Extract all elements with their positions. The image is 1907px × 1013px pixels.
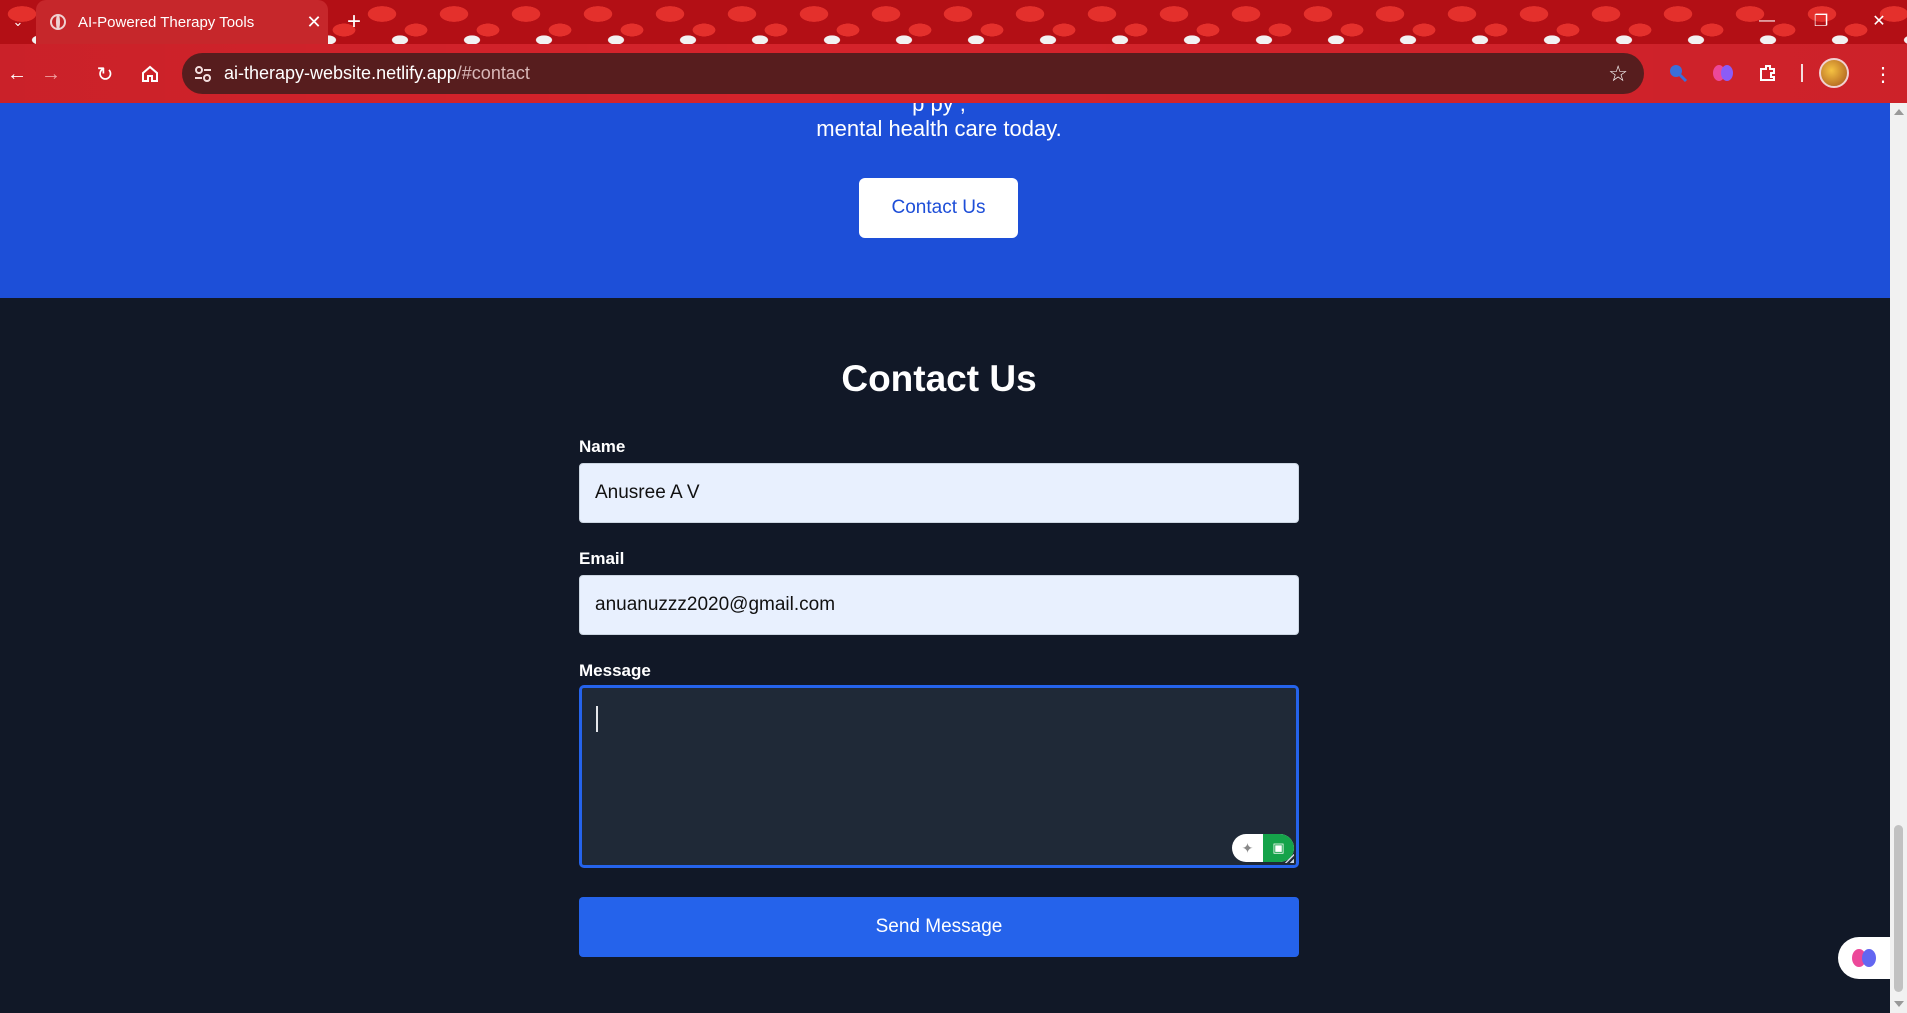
brain-icon [1852, 949, 1876, 967]
text-caret [596, 706, 598, 732]
email-label: Email [579, 549, 625, 568]
restore-icon[interactable]: ❐ [1801, 6, 1841, 36]
name-input[interactable] [579, 463, 1299, 523]
forward-icon[interactable]: → [36, 59, 66, 89]
browser-tab-strip: ⌄ AI-Powered Therapy Tools ✕ + — ❐ ✕ [0, 0, 1907, 44]
url-host: ai-therapy-website.netlify.app [224, 63, 457, 83]
address-bar[interactable]: ai-therapy-website.netlify.app/#contact … [182, 53, 1644, 94]
brain-extension-icon[interactable] [1708, 58, 1738, 88]
message-textarea[interactable]: ✦ ▣ [579, 685, 1299, 868]
home-icon[interactable] [135, 59, 165, 89]
cta-text-line: mental health care today. [816, 116, 1062, 141]
site-settings-icon[interactable] [182, 65, 224, 82]
minimize-icon[interactable]: — [1747, 6, 1787, 36]
message-label: Message [579, 661, 651, 680]
reload-icon[interactable]: ↻ [90, 59, 120, 89]
feather-icon[interactable]: ✦ [1232, 834, 1263, 862]
url-path: /#contact [456, 63, 530, 83]
browser-tab[interactable]: AI-Powered Therapy Tools ✕ [36, 0, 328, 44]
back-icon[interactable]: ← [2, 59, 32, 89]
search-extension-icon[interactable] [1663, 58, 1693, 88]
scroll-up-arrow-icon[interactable] [1894, 109, 1904, 115]
site-globe-icon [50, 14, 66, 30]
resize-handle-icon[interactable] [1284, 853, 1294, 863]
send-message-button[interactable]: Send Message [579, 897, 1299, 957]
cta-section: p py , mental health care today. Contact… [0, 103, 1890, 298]
menu-kebab-icon[interactable]: ⋮ [1868, 59, 1898, 89]
cta-text-line-partial: p py , [912, 103, 966, 116]
tab-title: AI-Powered Therapy Tools [78, 13, 255, 31]
browser-toolbar: ← → ↻ ai-therapy-website.netlify.app/#co… [0, 44, 1907, 103]
tab-search-chevron-icon[interactable]: ⌄ [6, 10, 30, 34]
brain-assistant-fab[interactable] [1838, 937, 1890, 979]
scroll-thumb[interactable] [1894, 825, 1903, 992]
window-close-icon[interactable]: ✕ [1859, 6, 1899, 36]
extensions-puzzle-icon[interactable] [1753, 58, 1783, 88]
bookmark-star-icon[interactable]: ☆ [1608, 61, 1628, 87]
tab-close-icon[interactable]: ✕ [300, 12, 328, 33]
page-scrollbar[interactable] [1890, 103, 1907, 1013]
new-tab-icon[interactable]: + [340, 8, 368, 36]
page-viewport: p py , mental health care today. Contact… [0, 103, 1890, 1013]
cta-contact-button[interactable]: Contact Us [859, 178, 1018, 238]
email-input[interactable] [579, 575, 1299, 635]
contact-title: Contact Us [841, 358, 1037, 399]
toolbar-separator [1801, 64, 1803, 82]
profile-avatar[interactable] [1819, 58, 1849, 88]
scroll-down-arrow-icon[interactable] [1894, 1001, 1904, 1007]
name-label: Name [579, 437, 626, 456]
